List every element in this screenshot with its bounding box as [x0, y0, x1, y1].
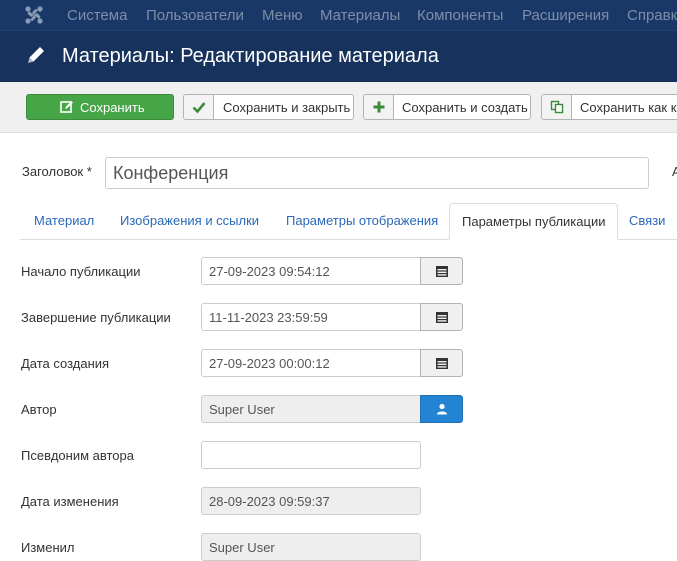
alias-label-cut: А [672, 164, 677, 179]
nav-item-system[interactable]: Система [67, 7, 127, 24]
modified-date-label: Дата изменения [21, 494, 119, 509]
pencil-icon [28, 47, 44, 63]
author-label: Автор [21, 402, 57, 417]
save-and-close-label: Сохранить и закрыть [223, 100, 351, 115]
tab-publishing[interactable]: Параметры публикации [449, 203, 619, 240]
nav-item-menus[interactable]: Меню [262, 7, 303, 24]
edit-icon [57, 95, 77, 119]
save-and-new-label: Сохранить и создать [402, 100, 528, 115]
publish-up-input[interactable]: 27-09-2023 09:54:12 [201, 257, 421, 285]
calendar-icon [435, 265, 448, 277]
title-input[interactable]: Конференция [105, 157, 649, 189]
page-title: Материалы: Редактирование материала [62, 45, 439, 67]
created-date-input[interactable]: 27-09-2023 00:00:12 [201, 349, 421, 377]
nav-item-components[interactable]: Компоненты [417, 7, 503, 24]
toolbar: Сохранить Сохранить и закрыть Сохранить … [0, 82, 677, 133]
nav-item-help[interactable]: Справк [627, 7, 677, 24]
publish-down-input[interactable]: 11-11-2023 23:59:59 [201, 303, 421, 331]
calendar-icon [435, 357, 448, 369]
author-alias-label: Псевдоним автора [21, 448, 134, 463]
created-date-label: Дата создания [21, 356, 110, 371]
user-icon [436, 403, 447, 415]
copy-icon [542, 95, 572, 119]
save-button[interactable]: Сохранить [26, 94, 174, 120]
nav-item-content[interactable]: Материалы [320, 7, 400, 24]
save-as-copy-button[interactable]: Сохранить как ко [541, 94, 677, 120]
modified-date-input: 28-09-2023 09:59:37 [201, 487, 421, 515]
modified-by-input: Super User [201, 533, 421, 561]
publish-down-label: Завершение публикации [21, 310, 171, 325]
tab-content[interactable]: Материал [34, 203, 94, 239]
modified-by-label: Изменил [21, 540, 75, 555]
tab-display-options[interactable]: Параметры отображения [286, 203, 438, 239]
tab-associations[interactable]: Связи [629, 203, 665, 239]
created-date-calendar-button[interactable] [420, 349, 463, 377]
tab-images-links[interactable]: Изображения и ссылки [120, 203, 259, 239]
title-label: Заголовок * [22, 164, 92, 179]
save-button-label: Сохранить [80, 100, 145, 115]
save-and-new-button[interactable]: Сохранить и создать [363, 94, 531, 120]
top-navbar: Система Пользователи Меню Материалы Комп… [0, 0, 677, 30]
nav-item-extensions[interactable]: Расширения [522, 7, 609, 24]
publish-down-calendar-button[interactable] [420, 303, 463, 331]
author-input: Super User [201, 395, 421, 423]
checkmark-icon [184, 95, 214, 119]
publish-up-calendar-button[interactable] [420, 257, 463, 285]
plus-icon [364, 95, 394, 119]
page-header: Материалы: Редактирование материала [0, 30, 677, 83]
select-user-button[interactable] [420, 395, 463, 423]
save-and-close-button[interactable]: Сохранить и закрыть [183, 94, 354, 120]
tab-bar: Материал Изображения и ссылки Параметры … [20, 203, 677, 240]
joomla-logo-icon[interactable] [24, 5, 44, 25]
nav-item-users[interactable]: Пользователи [146, 7, 244, 24]
publish-up-label: Начало публикации [21, 264, 141, 279]
calendar-icon [435, 311, 448, 323]
save-as-copy-label: Сохранить как ко [580, 100, 677, 115]
author-alias-input[interactable] [201, 441, 421, 469]
